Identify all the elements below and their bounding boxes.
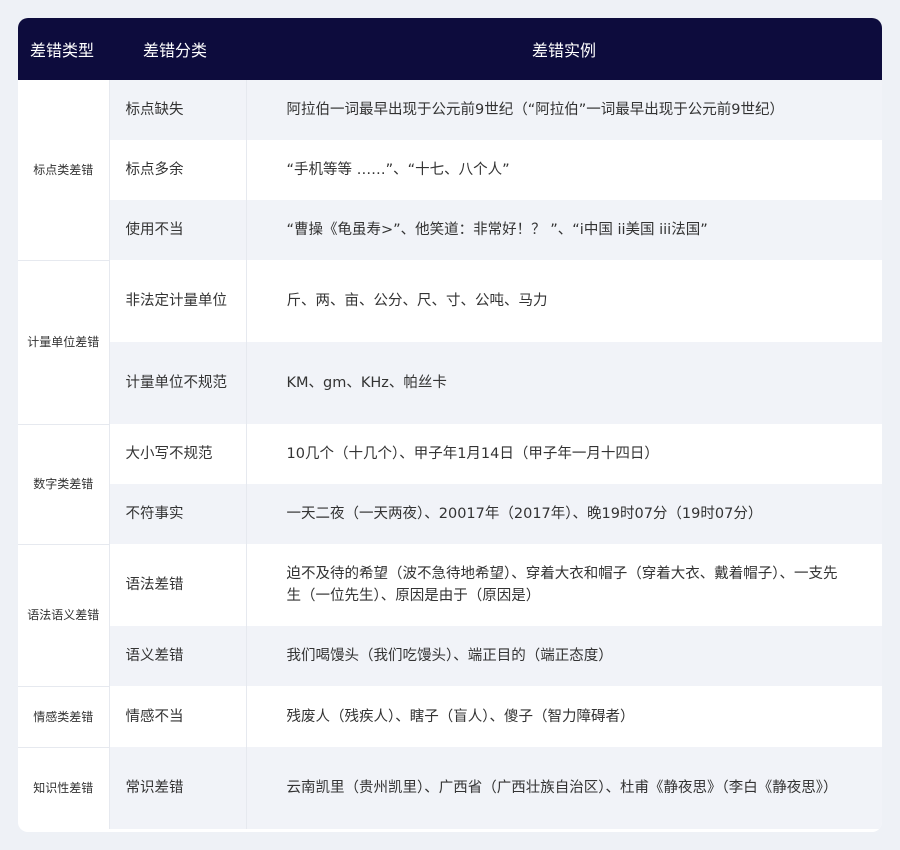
- category-cell: 计量单位不规范: [109, 342, 247, 424]
- example-cell: 残废人（残疾人）、瞎子（盲人）、傻子（智力障碍者）: [246, 686, 882, 747]
- table-row: 计量单位差错 非法定计量单位 斤、两、亩、公分、尺、寸、公吨、马力: [18, 260, 882, 425]
- example-cell: KM、gm、KHz、帕丝卡: [246, 342, 882, 424]
- category-cell: 常识差错: [109, 747, 247, 829]
- example-cell: 一天二夜（一天两夜）、20017年（2017年）、晚19时07分（19时07分）: [246, 484, 882, 544]
- table-row: 标点多余 “手机等等 ……”、“十七、八个人”: [18, 140, 882, 200]
- header-example: 差错实例: [246, 18, 882, 80]
- header-category: 差错分类: [109, 18, 246, 80]
- category-cell: 非法定计量单位: [109, 260, 247, 342]
- category-cell: 情感不当: [109, 686, 247, 747]
- category-cell: 不符事实: [109, 484, 247, 544]
- category-cell: 使用不当: [109, 200, 247, 260]
- table-row: 知识性差错 常识差错 云南凯里（贵州凯里）、广西省（广西壮族自治区）、杜甫《静夜…: [18, 747, 882, 829]
- table-row: 标点类差错 标点缺失 阿拉伯一词最早出现于公元前9世纪（“阿拉伯”一词最早出现于…: [18, 80, 882, 261]
- category-cell: 标点多余: [109, 140, 247, 200]
- error-table-card: 差错类型 差错分类 差错实例 标点类差错 标点缺失 阿拉伯一词最早出现于公元前9…: [18, 18, 882, 832]
- example-cell: 迫不及待的希望（波不急待地希望）、穿着大衣和帽子（穿着大衣、戴着帽子）、一支先生…: [246, 544, 882, 626]
- table-header-row: 差错类型 差错分类 差错实例: [18, 18, 882, 80]
- category-cell: 语法差错: [109, 544, 247, 626]
- example-cell: 斤、两、亩、公分、尺、寸、公吨、马力: [246, 260, 882, 342]
- type-cell: 数字类差错: [18, 424, 110, 545]
- table-row: 情感类差错 情感不当 残废人（残疾人）、瞎子（盲人）、傻子（智力障碍者）: [18, 686, 882, 748]
- type-cell: 语法语义差错: [18, 544, 110, 687]
- header-type: 差错类型: [18, 18, 109, 80]
- category-cell: 大小写不规范: [109, 424, 247, 484]
- example-cell: 我们喝馒头（我们吃馒头）、端正目的（端正态度）: [246, 626, 882, 686]
- table-row: 数字类差错 大小写不规范 10几个（十几个）、甲子年1月14日（甲子年一月十四日…: [18, 424, 882, 545]
- category-cell: 语义差错: [109, 626, 247, 686]
- type-cell: 情感类差错: [18, 686, 110, 748]
- example-cell: 10几个（十几个）、甲子年1月14日（甲子年一月十四日）: [246, 424, 882, 484]
- table-row: 语法语义差错 语法差错 迫不及待的希望（波不急待地希望）、穿着大衣和帽子（穿着大…: [18, 544, 882, 687]
- table-row: 不符事实 一天二夜（一天两夜）、20017年（2017年）、晚19时07分（19…: [18, 484, 882, 544]
- error-table: 差错类型 差错分类 差错实例 标点类差错 标点缺失 阿拉伯一词最早出现于公元前9…: [18, 18, 882, 829]
- example-cell: “手机等等 ……”、“十七、八个人”: [246, 140, 882, 200]
- example-cell: 云南凯里（贵州凯里）、广西省（广西壮族自治区）、杜甫《静夜思》（李白《静夜思》）: [246, 747, 882, 829]
- table-row: 语义差错 我们喝馒头（我们吃馒头）、端正目的（端正态度）: [18, 626, 882, 686]
- example-cell: “曹操《龟虽寿>”、他笑道：非常好！？ ”、“i中国 ii美国 iii法国”: [246, 200, 882, 260]
- category-cell: 标点缺失: [109, 80, 247, 140]
- table-row: 使用不当 “曹操《龟虽寿>”、他笑道：非常好！？ ”、“i中国 ii美国 iii…: [18, 200, 882, 260]
- table-row: 计量单位不规范 KM、gm、KHz、帕丝卡: [18, 342, 882, 424]
- type-cell: 标点类差错: [18, 80, 110, 261]
- example-cell: 阿拉伯一词最早出现于公元前9世纪（“阿拉伯”一词最早出现于公元前9世纪）: [246, 80, 882, 140]
- type-cell: 计量单位差错: [18, 260, 110, 425]
- type-cell: 知识性差错: [18, 747, 110, 829]
